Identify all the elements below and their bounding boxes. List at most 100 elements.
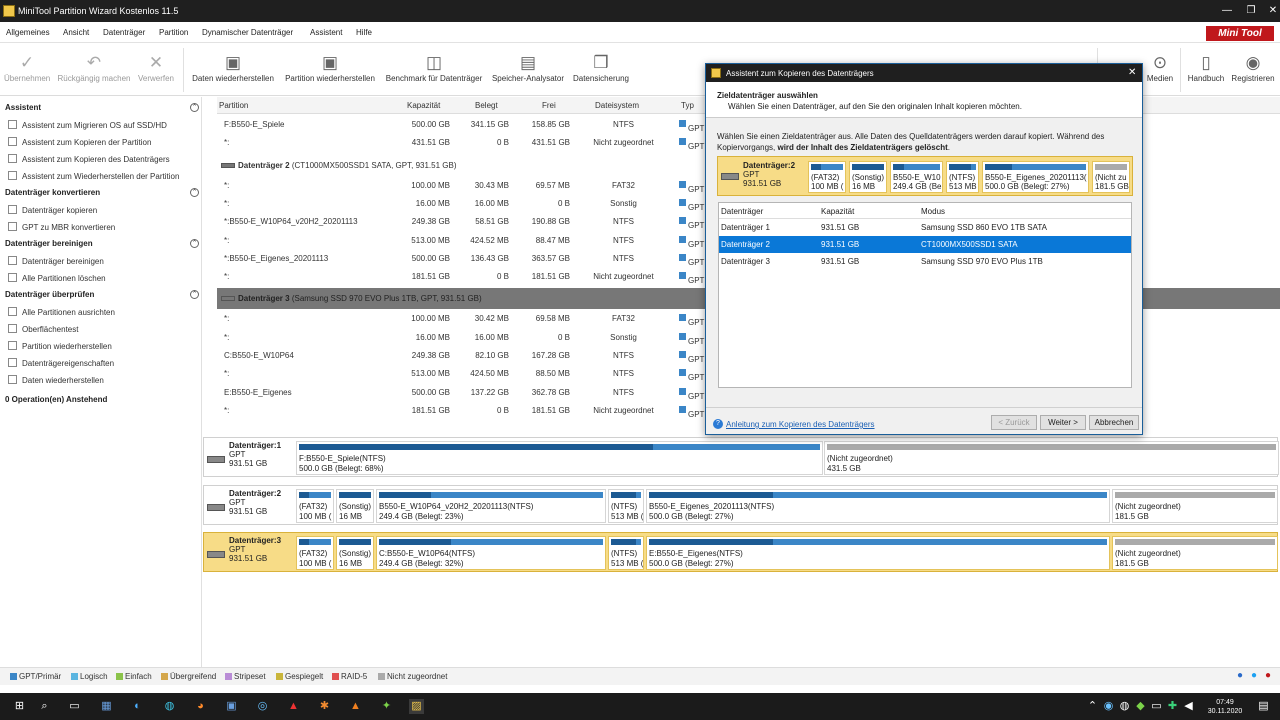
search-icon[interactable]: ⌕	[37, 699, 52, 714]
cancel-button[interactable]: Abbrechen	[1089, 415, 1139, 430]
partition-block[interactable]: (NTFS) 513 MB (	[608, 536, 644, 570]
edge-icon[interactable]: ◐	[130, 699, 145, 714]
vlc-icon[interactable]: ▲	[348, 699, 363, 714]
dialog-close-button[interactable]: ✕	[1128, 67, 1136, 78]
partition-block[interactable]: (Nicht zugeordnet) 181.5 GB	[1112, 489, 1278, 523]
partition-block[interactable]: (FAT32) 100 MB (	[296, 489, 334, 523]
data-recovery-button[interactable]: ▣ Daten wiederherstellen	[188, 52, 278, 83]
partition-block[interactable]: B550-E_Eigenes_20201113(NTFS) 500.0 GB (B…	[646, 489, 1110, 523]
next-button[interactable]: Weiter >	[1040, 415, 1086, 430]
close-button[interactable]: ✕	[1263, 5, 1280, 16]
partition-block[interactable]: C:B550-E_W10P64(NTFS) 249.4 GB (Belegt: 3…	[376, 536, 606, 570]
app-icon[interactable]: ✦	[379, 699, 394, 714]
notifications-icon[interactable]: ▤	[1256, 699, 1271, 714]
partition-block[interactable]: (Nicht zugeordnet) 181.5 GB	[1112, 536, 1278, 570]
disk-map-row[interactable]: Datenträger:1 GPT 931.51 GB F:B550-E_Spiele…	[203, 437, 1279, 477]
partition-block[interactable]: F:B550-E_Spiele(NTFS) 500.0 GB (Belegt: 6…	[296, 441, 823, 475]
calculator-icon[interactable]: ▦	[99, 699, 114, 714]
manual-button[interactable]: ▯ Handbuch	[1185, 52, 1227, 83]
sidebar-heading-convert[interactable]: Datenträger konvertieren	[5, 188, 100, 197]
partition-block[interactable]: (Sonstig) 16 MB	[336, 536, 374, 570]
minimize-button[interactable]: —	[1217, 5, 1237, 16]
sidebar-item-surface-test[interactable]: Oberflächentest	[8, 324, 78, 334]
col-free[interactable]: Frei	[542, 101, 556, 110]
sidebar-item-partition-recovery[interactable]: Partition wiederherstellen	[8, 341, 112, 351]
disk-map-row[interactable]: Datenträger:3 GPT 931.51 GB (FAT32) 100 MB (…	[203, 532, 1278, 572]
partition-block[interactable]: E:B550-E_Eigenes(NTFS) 500.0 GB (Belegt: …	[646, 536, 1110, 570]
edge-icon[interactable]: ◍	[162, 699, 177, 714]
menu-partition[interactable]: Partition	[159, 28, 188, 37]
tray-chevron-icon[interactable]: ⌃	[1085, 699, 1100, 714]
googleplus-icon[interactable]: ●	[1265, 670, 1271, 681]
sidebar-item-delete-all[interactable]: Alle Partitionen löschen	[8, 273, 106, 283]
sidebar-item-restore-partition[interactable]: Assistent zum Wiederherstellen der Parti…	[8, 171, 179, 181]
register-button[interactable]: ◉ Registrieren	[1229, 52, 1277, 83]
sidebar-item-migrate-os[interactable]: Assistent zum Migrieren OS auf SSD/HD	[8, 120, 167, 130]
app-icon[interactable]: ✱	[317, 699, 332, 714]
partition-block[interactable]: (NTFS) 513 MB (	[608, 489, 644, 523]
apply-button[interactable]: ✓ Übernehmen	[4, 52, 50, 83]
maximize-button[interactable]: ❐	[1241, 5, 1261, 16]
facebook-icon[interactable]: ●	[1237, 670, 1243, 681]
collapse-icon[interactable]: ⌃	[190, 239, 199, 248]
taskbar-clock[interactable]: 07:49 30.11.2020	[1205, 698, 1245, 716]
task-view-icon[interactable]: ▭	[67, 699, 82, 714]
disk-list-row-selected[interactable]: Datenträger 2 931.51 GB CT1000MX500SSD1 …	[719, 236, 1131, 253]
benchmark-button[interactable]: ◫ Benchmark für Datenträger	[382, 52, 486, 83]
windows-start-icon[interactable]: ⊞	[12, 699, 27, 714]
backup-button[interactable]: ❒ Datensicherung	[570, 52, 632, 83]
menu-assistent[interactable]: Assistent	[310, 28, 342, 37]
sidebar-item-gpt-to-mbr[interactable]: GPT zu MBR konvertieren	[8, 222, 115, 232]
partition-block[interactable]: (FAT32) 100 MB (	[296, 536, 334, 570]
outlook-icon[interactable]: ▣	[224, 699, 239, 714]
sidebar-heading-check[interactable]: Datenträger überprüfen	[5, 290, 94, 299]
partition-block[interactable]: B550-E_Eigenes_20201113(500.0 GB (Belegt…	[982, 161, 1089, 193]
partition-block[interactable]: (Nicht zu 181.5 GB	[1092, 161, 1130, 193]
disk-list-row[interactable]: Datenträger 3 931.51 GB Samsung SSD 970 …	[719, 253, 1131, 270]
col-filesystem[interactable]: Dateisystem	[595, 101, 639, 110]
partition-block[interactable]: B550-E_W10 249.4 GB (Be	[890, 161, 943, 193]
partition-block[interactable]: (Nicht zugeordnet) 431.5 GB	[824, 441, 1279, 475]
media-button[interactable]: ⊙ Medien	[1143, 52, 1177, 83]
partition-block[interactable]: (Sonstig) 16 MB	[849, 161, 887, 193]
tray-app-icon[interactable]: ✚	[1165, 699, 1180, 714]
tray-app-icon[interactable]: ◉	[1101, 699, 1116, 714]
sidebar-heading-assistent[interactable]: Assistent	[5, 103, 41, 112]
help-link[interactable]: Anleitung zum Kopieren des Datenträgers	[726, 420, 875, 429]
back-button[interactable]: < Zurück	[991, 415, 1037, 430]
menu-hilfe[interactable]: Hilfe	[356, 28, 372, 37]
menu-datentraeger[interactable]: Datenträger	[103, 28, 145, 37]
tray-app-icon[interactable]: ◆	[1133, 699, 1148, 714]
firefox-icon[interactable]: ◕	[193, 699, 208, 714]
col-partition[interactable]: Partition	[219, 101, 248, 110]
help-icon[interactable]: ?	[713, 419, 723, 429]
sidebar-heading-clean[interactable]: Datenträger bereinigen	[5, 239, 93, 248]
partition-recovery-button[interactable]: ▣ Partition wiederherstellen	[281, 52, 379, 83]
col-mode[interactable]: Modus	[921, 207, 945, 216]
sidebar-item-copy-partition[interactable]: Assistent zum Kopieren der Partition	[8, 137, 151, 147]
col-capacity[interactable]: Kapazität	[821, 207, 854, 216]
disk-list-row[interactable]: Datenträger 1 931.51 GB Samsung SSD 860 …	[719, 219, 1131, 236]
col-capacity[interactable]: Kapazität	[407, 101, 440, 110]
partition-block[interactable]: B550-E_W10P64_v20H2_20201113(NTFS) 249.4 …	[376, 489, 606, 523]
collapse-icon[interactable]: ⌃	[190, 103, 199, 112]
network-icon[interactable]: ▭	[1149, 699, 1164, 714]
twitter-icon[interactable]: ●	[1251, 670, 1257, 681]
menu-dynamischer-datentraeger[interactable]: Dynamischer Datenträger	[202, 28, 293, 37]
sidebar-item-align[interactable]: Alle Partitionen ausrichten	[8, 307, 115, 317]
collapse-icon[interactable]: ⌃	[190, 188, 199, 197]
sidebar-item-properties[interactable]: Datenträgereigenschaften	[8, 358, 114, 368]
partition-block[interactable]: (NTFS) 513 MB (	[946, 161, 979, 193]
menu-ansicht[interactable]: Ansicht	[63, 28, 89, 37]
sidebar-item-wipe-disk[interactable]: Datenträger bereinigen	[8, 256, 104, 266]
partition-block[interactable]: (FAT32) 100 MB (	[808, 161, 846, 193]
discard-button[interactable]: ✕ Verwerfen	[135, 52, 177, 83]
tray-app-icon[interactable]: ◍	[1117, 699, 1132, 714]
menu-allgemeines[interactable]: Allgemeines	[6, 28, 50, 37]
undo-button[interactable]: ↶ Rückgängig machen	[56, 52, 132, 83]
disk-map-row[interactable]: Datenträger:2 GPT 931.51 GB (FAT32) 100 MB (…	[203, 485, 1278, 525]
col-used[interactable]: Belegt	[475, 101, 498, 110]
sidebar-item-copy-disk[interactable]: Assistent zum Kopieren des Datenträgers	[8, 154, 170, 164]
collapse-icon[interactable]: ⌃	[190, 290, 199, 299]
col-disk[interactable]: Datenträger	[721, 207, 763, 216]
